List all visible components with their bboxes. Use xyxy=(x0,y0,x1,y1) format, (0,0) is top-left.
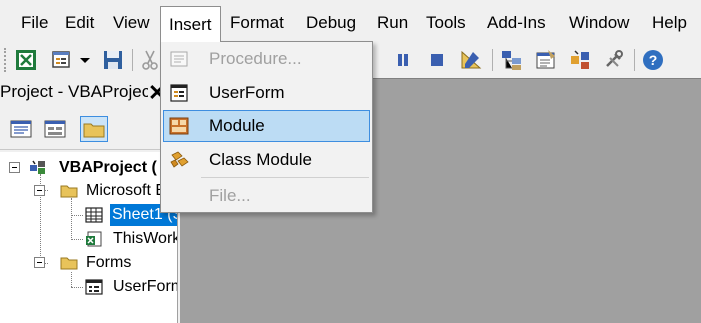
break-icon[interactable] xyxy=(391,48,415,72)
menu-bar: File Edit View Insert Format Debug Run T… xyxy=(0,0,701,44)
tree-item-sheet1[interactable]: Sheet1 (S xyxy=(0,204,177,226)
folder-icon xyxy=(60,185,78,198)
tree-item-userform[interactable]: UserForm xyxy=(0,276,178,298)
tree-item-vbaproject[interactable]: VBAProject ( xyxy=(0,157,177,179)
help-icon[interactable]: ? xyxy=(641,48,665,72)
toolbar-grip[interactable] xyxy=(4,48,8,72)
tree-item-label: Microsoft E xyxy=(86,182,167,199)
menu-window[interactable]: Window xyxy=(569,11,629,35)
menu-separator xyxy=(201,177,369,178)
menu-debug[interactable]: Debug xyxy=(306,11,356,35)
toolbox-icon[interactable] xyxy=(602,48,626,72)
tree-item-forms[interactable]: Forms xyxy=(0,252,177,274)
tree-item-thisworkbook[interactable]: ThisWork xyxy=(0,228,178,250)
menu-run[interactable]: Run xyxy=(377,11,408,35)
menu-item-class-module[interactable]: Class Module xyxy=(163,144,370,176)
view-excel-icon[interactable] xyxy=(14,48,38,72)
menu-insert[interactable]: Insert xyxy=(160,6,221,42)
workbook-icon xyxy=(86,231,102,247)
worksheet-icon xyxy=(85,207,103,223)
save-icon[interactable] xyxy=(101,48,125,72)
chevron-down-icon[interactable] xyxy=(77,48,93,72)
folder-icon xyxy=(60,257,78,270)
module-icon xyxy=(169,117,189,135)
menu-item-procedure[interactable]: Procedure... xyxy=(163,43,370,75)
reset-icon[interactable] xyxy=(425,48,449,72)
toggle-folders-icon[interactable] xyxy=(80,116,108,142)
insert-userform-icon[interactable] xyxy=(50,48,74,72)
procedure-icon xyxy=(170,51,188,67)
tree-item-microsoft-excel-objects[interactable]: Microsoft E xyxy=(0,180,177,202)
vbaproject-icon xyxy=(30,160,45,174)
insert-menu-dropdown: Procedure... UserForm Module Class Modul… xyxy=(160,41,373,213)
menu-item-module[interactable]: Module xyxy=(163,110,370,142)
collapse-icon[interactable] xyxy=(9,162,20,173)
userform-icon xyxy=(170,84,188,102)
menu-help[interactable]: Help xyxy=(652,11,687,35)
svg-text:?: ? xyxy=(649,52,658,68)
menu-item-label: UserForm xyxy=(209,83,285,102)
project-explorer-title: Project - VBAProject xyxy=(0,82,148,101)
menu-edit[interactable]: Edit xyxy=(65,11,94,35)
tree-item-label: UserForm xyxy=(113,278,178,295)
menu-item-file[interactable]: File... xyxy=(163,180,370,212)
menu-view[interactable]: View xyxy=(113,11,150,35)
menu-add-ins[interactable]: Add-Ins xyxy=(487,11,546,35)
menu-item-label: Procedure... xyxy=(209,49,302,68)
tree-item-label: Forms xyxy=(86,254,132,271)
properties-window-icon[interactable] xyxy=(534,48,558,72)
menu-item-label: File... xyxy=(209,186,251,205)
menu-item-label: Class Module xyxy=(209,150,312,169)
menu-item-userform[interactable]: UserForm xyxy=(163,77,370,109)
view-code-icon[interactable] xyxy=(7,116,35,142)
project-tree: VBAProject ( Microsoft E Sheet1 (S ThisW… xyxy=(0,152,178,323)
class-module-icon xyxy=(170,151,189,168)
menu-item-label: Module xyxy=(209,116,265,135)
cut-icon[interactable] xyxy=(138,48,162,72)
object-browser-icon[interactable] xyxy=(568,48,592,72)
menu-tools[interactable]: Tools xyxy=(426,11,466,35)
collapse-icon[interactable] xyxy=(34,185,45,196)
project-explorer-toolbar xyxy=(0,108,178,150)
menu-format[interactable]: Format xyxy=(230,11,284,35)
tree-item-label: VBAProject ( xyxy=(59,159,157,176)
collapse-icon[interactable] xyxy=(34,257,45,268)
tree-item-label: ThisWork xyxy=(113,230,178,247)
userform-icon xyxy=(85,279,103,295)
menu-file[interactable]: File xyxy=(21,11,48,35)
project-explorer-header: Project - VBAProject ✕ xyxy=(0,79,178,107)
project-explorer-icon[interactable] xyxy=(500,48,524,72)
design-mode-icon[interactable] xyxy=(459,48,483,72)
view-object-icon[interactable] xyxy=(41,116,69,142)
